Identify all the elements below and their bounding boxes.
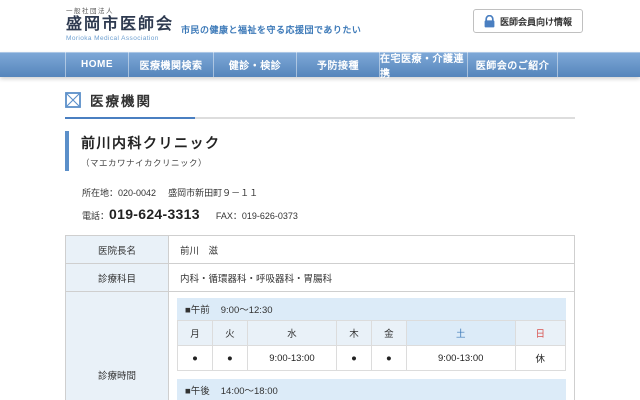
schedule-value: ● [337, 346, 372, 371]
clinic-info-table: 医院長名 前川 滋 診療科目 内科・循環器科・呼吸器科・胃腸科 診療時間 ■午前… [65, 235, 575, 400]
address-label: 所在地： [82, 188, 118, 198]
nav-items: HOME医療機関検索健診・検診予防接種在宅医療・介護連携医師会のご紹介 [0, 52, 640, 77]
clinic-name: 前川内科クリニック [81, 133, 575, 153]
schedule-value: ● [178, 346, 213, 371]
org-name: 盛岡市医師会 [66, 15, 174, 35]
clinic-kana: （マエカワナイカクリニック） [81, 157, 575, 169]
site-header: 一般社団法人 盛岡市医師会 Morioka Medical Associatio… [0, 0, 640, 52]
day-header: 日 [515, 321, 565, 346]
schedule-session-0: ■午前9:00～12:30月火水木金土日●●9:00-13:00●●9:00-1… [177, 298, 566, 371]
nav-item-1[interactable]: 医療機関検索 [128, 52, 213, 77]
clinic-header: 前川内科クリニック （マエカワナイカクリニック） [65, 131, 575, 171]
row-value: 前川 滋 [169, 236, 575, 264]
day-header: 木 [337, 321, 372, 346]
day-header: 月 [178, 321, 213, 346]
schedule-table: 月火水木金土日●●9:00-13:00●●9:00-13:00休 [177, 320, 566, 371]
org-name-en: Morioka Medical Association [66, 35, 174, 42]
org-type-label: 一般社団法人 [66, 5, 174, 15]
schedule-cell: ■午前9:00～12:30月火水木金土日●●9:00-13:00●●9:00-1… [169, 292, 575, 400]
section-title-row: 医療機関 [65, 90, 575, 110]
postal-code: 020-0042 [118, 188, 156, 198]
member-info-label: 医師会員向け情報 [500, 15, 572, 28]
site-logo[interactable]: 一般社団法人 盛岡市医師会 Morioka Medical Associatio… [66, 5, 174, 42]
table-row-hours: 診療時間 ■午前9:00～12:30月火水木金土日●●9:00-13:00●●9… [66, 292, 575, 400]
day-header: 水 [247, 321, 336, 346]
day-header: 土 [406, 321, 515, 346]
row-value: 内科・循環器科・呼吸器科・胃腸科 [169, 264, 575, 292]
session-title: ■午前9:00～12:30 [177, 298, 566, 320]
content: 医療機関 前川内科クリニック （マエカワナイカクリニック） 所在地：020-00… [65, 90, 575, 400]
nav-item-4[interactable]: 在宅医療・介護連携 [379, 52, 467, 77]
fax-label: FAX： [216, 211, 242, 221]
table-row-departments: 診療科目 内科・循環器科・呼吸器科・胃腸科 [66, 264, 575, 292]
nav-item-2[interactable]: 健診・検診 [213, 52, 296, 77]
session-title: ■午後14:00～18:00 [177, 379, 566, 400]
nav-item-5[interactable]: 医師会のご紹介 [467, 52, 558, 77]
tel-value: 019-624-3313 [109, 206, 200, 222]
schedule-value: 9:00-13:00 [406, 346, 515, 371]
row-label: 医院長名 [66, 236, 169, 264]
address-value: 盛岡市新田町９－１１ [168, 188, 258, 198]
table-row-director: 医院長名 前川 滋 [66, 236, 575, 264]
address-line: 所在地：020-0042 盛岡市新田町９－１１ [65, 186, 575, 199]
nav-item-3[interactable]: 予防接種 [296, 52, 379, 77]
day-header: 金 [371, 321, 406, 346]
title-underline [65, 117, 575, 119]
lock-icon [484, 15, 495, 28]
schedule-value: ● [212, 346, 247, 371]
nav-item-home[interactable]: HOME [65, 52, 128, 77]
section-image-icon [65, 92, 81, 108]
schedule-value: 9:00-13:00 [247, 346, 336, 371]
schedule-value: ● [371, 346, 406, 371]
row-label: 診療科目 [66, 264, 169, 292]
schedule-session-1: ■午後14:00～18:00月火水木金土日●●休●●休休 [177, 379, 566, 400]
page-title: 医療機関 [90, 90, 152, 110]
row-label: 診療時間 [66, 292, 169, 400]
member-info-button[interactable]: 医師会員向け情報 [473, 9, 583, 33]
schedule-value: 休 [515, 346, 565, 371]
site-tagline: 市民の健康と福祉を守る応援団でありたい [181, 23, 361, 36]
tel-label: 電話： [82, 211, 109, 221]
tel-line: 電話：019-624-3313 FAX：019-626-0373 [65, 206, 575, 222]
day-header: 火 [212, 321, 247, 346]
main-nav: HOME医療機関検索健診・検診予防接種在宅医療・介護連携医師会のご紹介 [0, 52, 640, 77]
schedule-area: ■午前9:00～12:30月火水木金土日●●9:00-13:00●●9:00-1… [177, 298, 566, 400]
fax-value: 019-626-0373 [242, 211, 298, 221]
page: 一般社団法人 盛岡市医師会 Morioka Medical Associatio… [0, 0, 640, 400]
